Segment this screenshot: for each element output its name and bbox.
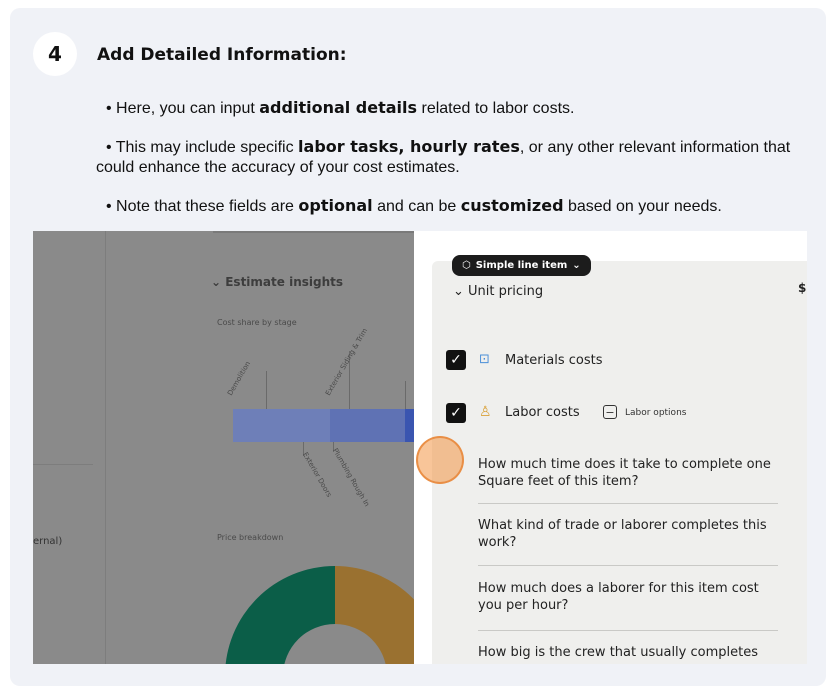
bullet-3: • Note that these fields are optional an…: [106, 196, 722, 217]
chevron-down-icon: ⌄: [453, 284, 464, 299]
labor-question-rate[interactable]: How much does a laborer for this item co…: [478, 580, 778, 614]
stage-label-stem: [405, 381, 406, 409]
price-breakdown-label: Price breakdown: [217, 533, 284, 542]
bullet-2: • This may include specific labor tasks,…: [96, 137, 806, 178]
stage-label-exterior-doors: Exterior Doors: [301, 451, 334, 499]
stage-label-exterior-siding: Exterior Siding & Trim: [324, 326, 370, 397]
bullet-3-bold-2: customized: [460, 196, 564, 215]
labor-costs-label: Labor costs: [505, 405, 580, 420]
simple-line-item-dropdown[interactable]: ⬡ Simple line item ⌄: [452, 255, 591, 276]
cube-icon: ⬡: [462, 260, 471, 271]
divider: [213, 231, 414, 233]
bullet-3-text-mid: and can be: [372, 198, 461, 215]
cost-share-label: Cost share by stage: [217, 318, 297, 327]
donut-segment-green: [225, 566, 335, 664]
divider: [478, 503, 778, 504]
bullet-3-text-end: based on your needs.: [563, 198, 722, 215]
stage-label-demolition: Demolition: [226, 359, 253, 397]
bullet-1-bold: additional details: [259, 98, 418, 117]
stage-label-plumbing: Plumbing Rough In: [331, 447, 371, 508]
donut-segment-orange: [335, 566, 414, 664]
estimate-insights-title[interactable]: ⌄ Estimate insights: [211, 275, 343, 289]
chevron-down-icon: ⌄: [572, 260, 581, 271]
bullet-1-text-end: related to labor costs.: [417, 100, 575, 117]
price-breakdown-donut: [225, 566, 414, 664]
box-icon: ⊡: [479, 352, 490, 367]
cost-share-bar-segment: [405, 409, 414, 442]
bullet-1: • Here, you can input additional details…: [106, 98, 574, 119]
materials-checkbox[interactable]: ✓: [446, 350, 466, 370]
click-indicator: [416, 436, 464, 484]
stage-label-stem: [266, 371, 267, 409]
worker-icon: ♙: [479, 404, 492, 420]
bullet-3-text: • Note that these fields are: [106, 198, 299, 215]
labor-options-icon[interactable]: −: [603, 405, 617, 419]
divider: [33, 464, 93, 465]
cost-share-bar-segment: [330, 409, 405, 442]
truncated-label: ernal): [33, 536, 63, 547]
estimate-insights-label: Estimate insights: [225, 275, 344, 289]
bullet-2-text: • This may include specific: [106, 139, 299, 156]
labor-question-trade[interactable]: What kind of trade or laborer completes …: [478, 517, 778, 551]
labor-options-link[interactable]: Labor options: [625, 408, 686, 418]
price-value-fragment: $(: [798, 281, 807, 295]
simple-line-item-label: Simple line item: [475, 260, 568, 271]
labor-checkbox[interactable]: ✓: [446, 403, 466, 423]
unit-pricing-toggle[interactable]: ⌄ Unit pricing: [453, 284, 543, 299]
divider: [478, 565, 778, 566]
labor-question-crew[interactable]: How big is the crew that usually complet…: [478, 644, 778, 661]
step-title: Add Detailed Information:: [97, 45, 347, 65]
materials-costs-label: Materials costs: [505, 353, 603, 368]
estimate-insights-panel: ⌄ Estimate insights Cost share by stage …: [33, 231, 414, 664]
divider: [478, 630, 778, 631]
line-item-editor: ⬡ Simple line item ⌄ ⌄ Unit pricing $( ✓…: [414, 231, 807, 664]
bullet-1-text: • Here, you can input: [106, 100, 260, 117]
bullet-3-bold: optional: [298, 196, 373, 215]
bullet-2-bold: labor tasks, hourly rates: [298, 137, 520, 156]
labor-question-time[interactable]: How much time does it take to complete o…: [478, 456, 778, 490]
step-number-badge: 4: [33, 32, 77, 76]
divider: [105, 231, 106, 664]
unit-pricing-label: Unit pricing: [468, 284, 544, 299]
